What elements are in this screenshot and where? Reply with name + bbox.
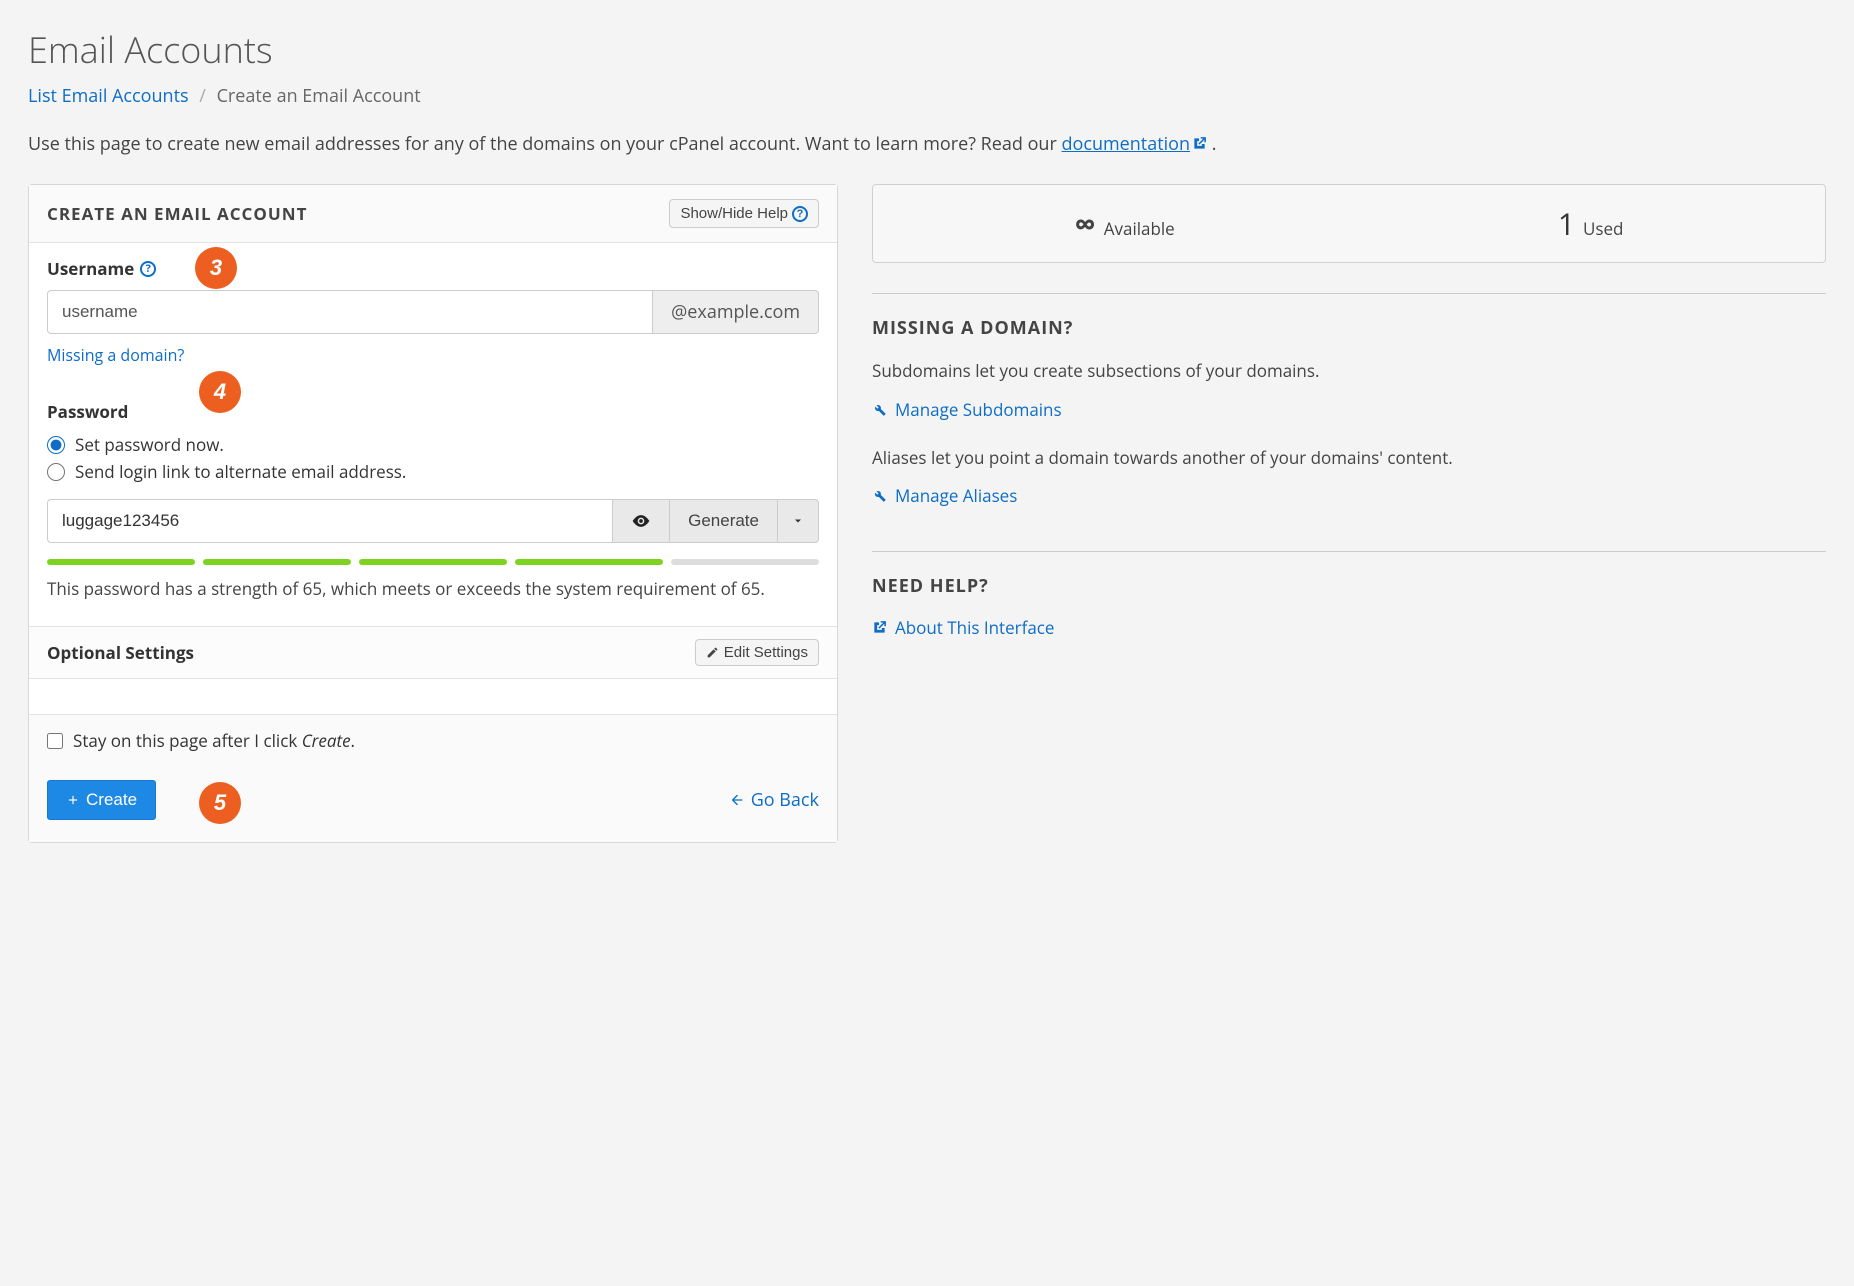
toggle-visibility-button[interactable] [612,499,669,543]
breadcrumb-current: Create an Email Account [217,84,421,108]
generate-dropdown-button[interactable] [777,499,819,543]
chevron-down-icon [792,515,804,527]
edit-settings-button[interactable]: Edit Settings [695,639,819,666]
step-badge-5: 5 [199,782,241,824]
breadcrumb: List Email Accounts / Create an Email Ac… [28,84,1826,108]
create-email-panel: CREATE AN EMAIL ACCOUNT Show/Hide Help ?… [28,184,838,843]
go-back-link[interactable]: Go Back [729,788,819,812]
subdomains-description: Subdomains let you create subsections of… [872,358,1826,384]
username-help-icon[interactable]: ? [140,261,156,277]
infinity-icon: ∞ [1075,203,1096,244]
radio-set-password-now[interactable]: Set password now. [47,433,819,456]
username-input[interactable] [47,290,652,334]
wrench-icon [872,488,887,503]
pencil-icon [706,646,719,659]
step-badge-4: 4 [199,371,241,413]
username-label: Username [47,257,134,280]
missing-domain-heading: MISSING A DOMAIN? [872,316,1826,340]
manage-subdomains-link[interactable]: Manage Subdomains [872,398,1062,421]
aliases-description: Aliases let you point a domain towards a… [872,445,1826,471]
password-label: Password [47,400,128,423]
panel-title: CREATE AN EMAIL ACCOUNT [47,202,307,225]
plus-icon [66,793,80,807]
manage-aliases-link[interactable]: Manage Aliases [872,484,1017,507]
about-interface-link[interactable]: About This Interface [872,616,1054,639]
create-button[interactable]: Create [47,780,156,820]
stay-on-page-checkbox-row[interactable]: Stay on this page after I click Create. [47,729,819,752]
page-title: Email Accounts [28,25,1826,74]
documentation-link[interactable]: documentation [1061,132,1207,156]
breadcrumb-sep: / [199,84,206,108]
breadcrumb-link-list[interactable]: List Email Accounts [28,84,189,108]
domain-addon: @example.com [652,290,819,334]
intro-text: Use this page to create new email addres… [28,132,1826,156]
password-strength-text: This password has a strength of 65, whic… [47,577,819,600]
used-count: 1 [1558,203,1575,244]
external-link-icon [1192,136,1207,151]
generate-password-button[interactable]: Generate [669,499,777,543]
step-badge-3: 3 [195,247,237,289]
stay-on-page-checkbox[interactable] [47,733,63,749]
used-label: Used [1583,217,1623,240]
optional-settings-title: Optional Settings [47,641,194,664]
external-link-icon [872,620,887,635]
need-help-heading: NEED HELP? [872,574,1826,598]
password-input[interactable] [47,499,612,543]
help-icon: ? [792,206,808,222]
missing-domain-link[interactable]: Missing a domain? [47,344,184,366]
arrow-left-icon [729,792,745,808]
wrench-icon [872,402,887,417]
eye-icon [631,511,651,531]
stats-box: ∞ Available 1 Used [872,184,1826,263]
show-hide-help-button[interactable]: Show/Hide Help ? [669,199,819,228]
available-label: Available [1104,217,1175,240]
password-strength-bar [47,559,819,565]
radio-send-login-link[interactable]: Send login link to alternate email addre… [47,460,819,483]
